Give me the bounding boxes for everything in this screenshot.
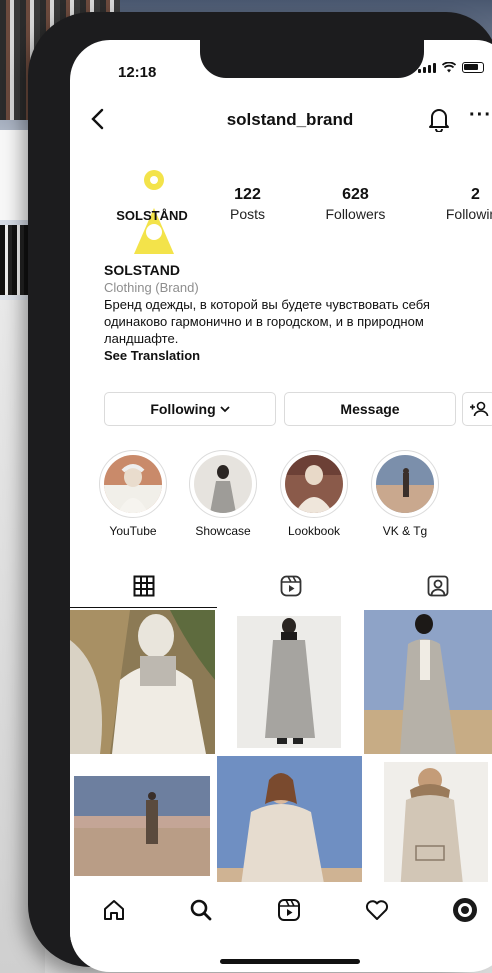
nav-activity[interactable] — [365, 899, 389, 926]
more-options-button[interactable]: ··· — [469, 104, 492, 127]
more-horizontal-icon: ··· — [469, 104, 492, 126]
profile-category: Clothing (Brand) — [104, 280, 199, 295]
highlight-ring — [371, 450, 439, 518]
highlight-label: VK & Tg — [382, 524, 428, 538]
phone-notch — [200, 40, 424, 78]
following-label: Following — [150, 401, 216, 417]
chevron-down-icon — [220, 405, 230, 412]
highlight-ring — [280, 450, 348, 518]
avatar-logo-text: SOLSTÅND — [116, 208, 188, 223]
post-thumbnail[interactable] — [217, 610, 362, 754]
suggest-users-button[interactable] — [462, 392, 492, 426]
message-label: Message — [340, 401, 400, 417]
bio-text: Бренд одежды, в которой вы будете чувств… — [104, 297, 430, 346]
stat-label: Posts — [230, 206, 266, 222]
tagged-person-icon — [427, 575, 448, 597]
heart-icon — [365, 899, 388, 920]
tagged-tab[interactable] — [364, 568, 492, 604]
phone-frame: 12:18 solstand_brand ··· SOLSTÅND 122 Po… — [28, 12, 492, 972]
home-icon — [103, 899, 124, 920]
highlight-cover — [104, 455, 162, 513]
highlight-label: Lookbook — [287, 524, 341, 538]
stat-following[interactable]: 2 Following — [446, 186, 492, 222]
highlight-youtube[interactable]: YouTube — [96, 450, 170, 538]
highlight-showcase[interactable]: Showcase — [186, 450, 260, 538]
message-button[interactable]: Message — [284, 392, 456, 426]
highlight-cover — [194, 455, 252, 513]
notifications-button[interactable] — [428, 106, 450, 137]
add-person-icon — [470, 401, 489, 417]
reels-icon — [280, 575, 301, 597]
bell-icon — [429, 109, 449, 133]
battery-icon — [462, 62, 484, 73]
highlight-ring — [99, 450, 167, 518]
phone-screen: 12:18 solstand_brand ··· SOLSTÅND 122 Po… — [70, 40, 492, 972]
status-time: 12:18 — [118, 64, 157, 81]
grid-icon — [133, 575, 154, 597]
nav-search[interactable] — [189, 898, 213, 927]
reels-icon — [277, 898, 300, 921]
nav-reels[interactable] — [277, 898, 301, 927]
post-thumbnail[interactable] — [70, 610, 215, 754]
following-button[interactable]: Following — [104, 392, 276, 426]
see-translation-link[interactable]: See Translation — [104, 347, 492, 364]
stat-value: 2 — [470, 186, 480, 203]
post-thumbnail[interactable] — [364, 610, 492, 754]
highlight-cover — [285, 455, 343, 513]
stat-label: Following — [445, 206, 492, 222]
stat-value: 628 — [342, 186, 369, 203]
grid-tab[interactable] — [70, 568, 217, 608]
stat-posts[interactable]: 122 Posts — [230, 186, 265, 222]
profile-stats: 122 Posts 628 Followers 2 Following — [230, 186, 492, 222]
reels-tab[interactable] — [217, 568, 364, 604]
highlight-lookbook[interactable]: Lookbook — [277, 450, 351, 538]
highlight-ring — [189, 450, 257, 518]
profile-avatar[interactable]: SOLSTÅND — [104, 158, 200, 254]
highlight-cover — [376, 455, 434, 513]
wifi-icon — [442, 62, 456, 73]
profile-avatar-icon — [453, 897, 478, 922]
content-tabs — [70, 568, 492, 608]
bottom-navigation — [70, 882, 492, 942]
home-indicator — [220, 959, 360, 964]
highlight-vk-tg[interactable]: VK & Tg — [368, 450, 442, 538]
nav-profile[interactable] — [452, 897, 478, 928]
stat-followers[interactable]: 628 Followers — [325, 186, 385, 222]
nav-home[interactable] — [102, 898, 126, 927]
post-thumbnail[interactable] — [364, 756, 492, 900]
search-icon — [191, 899, 212, 920]
highlight-label: Showcase — [195, 524, 251, 538]
post-thumbnail[interactable] — [70, 756, 215, 900]
profile-actions: Following Message — [104, 392, 492, 428]
stat-value: 122 — [234, 186, 261, 203]
post-thumbnail[interactable] — [217, 756, 362, 900]
profile-bio: SOLSTAND Clothing (Brand) Бренд одежды, … — [104, 262, 492, 364]
stat-label: Followers — [325, 206, 386, 222]
highlight-label: YouTube — [109, 524, 157, 538]
status-icons — [418, 62, 484, 73]
profile-header: solstand_brand ··· — [70, 102, 492, 142]
profile-name: SOLSTAND — [104, 262, 180, 278]
